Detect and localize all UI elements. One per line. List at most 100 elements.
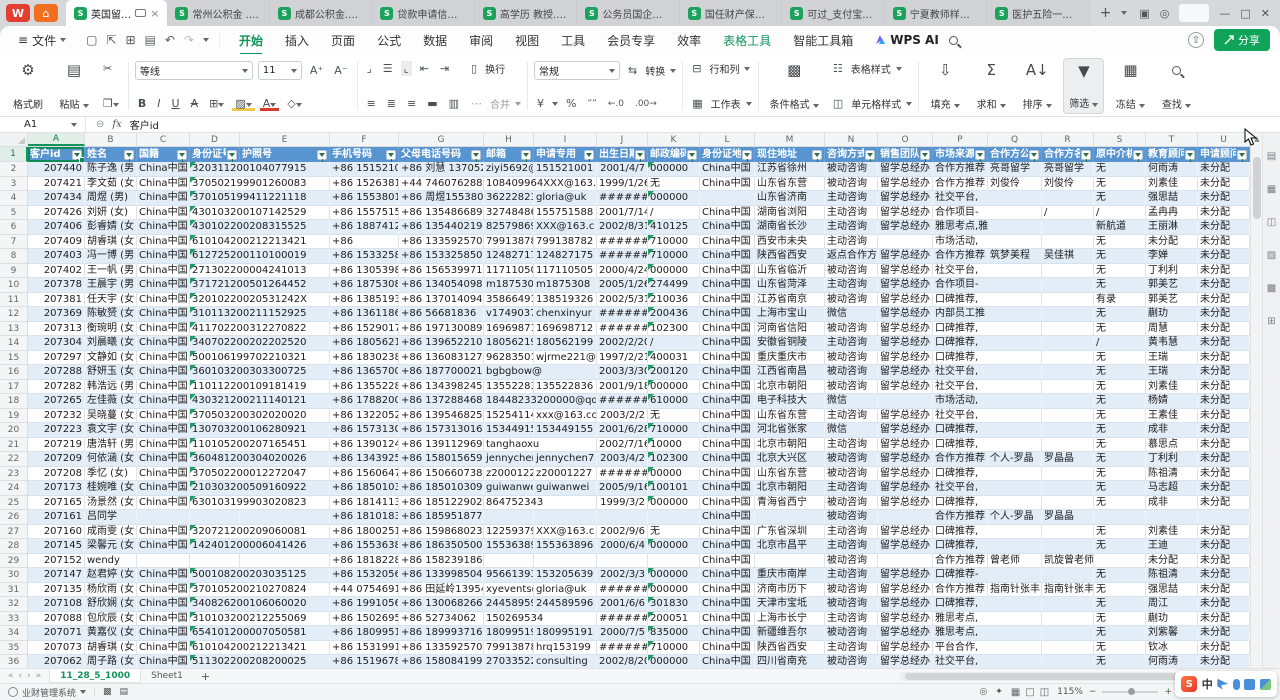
cell[interactable]: 口碑推荐, [933,597,1042,612]
cell[interactable]: 山东省济南 [755,191,825,206]
cell[interactable]: 799138782 [484,641,534,656]
cell[interactable]: 000000 [648,496,700,511]
header-cell[interactable]: 市场来源 [933,147,988,162]
cell[interactable]: 指南针张丰 [1042,583,1094,598]
cell[interactable]: 留学总经办 [878,438,933,453]
cell[interactable] [190,510,240,525]
cell[interactable]: ######## [597,583,648,598]
cell[interactable]: China中国 [700,220,755,235]
row-header[interactable]: 1 [0,147,28,162]
cell[interactable]: +86 1300682663 [399,597,484,612]
cell[interactable]: 207161 [28,510,85,525]
cell[interactable]: 山东省菏泽 [755,278,825,293]
doc-tab[interactable]: S医护五险一金.xlsx [987,0,1089,26]
cell[interactable]: China中国 [137,583,190,598]
row-header[interactable]: 6 [0,220,28,235]
cell[interactable]: 000000 [648,655,700,668]
cell[interactable]: 207381 [28,293,85,308]
cell[interactable]: +86 1354402198 [399,220,484,235]
cell[interactable]: z20001227 [484,467,534,482]
cell[interactable]: 微信 [825,394,878,409]
cell[interactable]: 未分配 [1198,612,1250,627]
cell[interactable]: 710000 [648,641,700,656]
cell[interactable]: 无 [1094,235,1146,250]
cell[interactable]: 274499 [648,278,700,293]
increase-decimal-button[interactable]: ←.0 [605,98,627,110]
cell[interactable]: 210303200509160922 [190,481,330,496]
cell[interactable]: 未分配 [1198,249,1250,264]
cell[interactable] [534,554,597,569]
cell[interactable]: 207297 [28,351,85,366]
cell[interactable]: 市场活动, [933,394,1042,409]
cell[interactable]: 强思喆 [1146,191,1198,206]
cell[interactable]: 未分配 [1198,539,1250,554]
cell[interactable]: 207062 [28,655,85,668]
cell[interactable]: 未分配 [1198,177,1250,192]
cell[interactable]: 留学总经办 [878,655,933,668]
cell[interactable]: 何雨涛 [1146,162,1198,177]
cell[interactable]: 合作项目- [933,206,1042,221]
cell-style-button[interactable]: 单元格样式 [851,96,901,111]
merge-button[interactable]: 合并 [490,96,510,111]
row-header[interactable]: 19 [0,409,28,424]
cell[interactable]: +86 1506607386 [399,467,484,482]
cell[interactable]: 400031 [648,351,700,366]
cell[interactable]: 无 [1094,452,1146,467]
menu-item-插入[interactable]: 插入 [274,28,320,53]
cell[interactable]: m1875308 [534,278,597,293]
cell[interactable]: 社交平台, [933,191,1042,206]
sheet-tab-11_28_5_1000[interactable]: 11_28_5_1000 [49,669,141,683]
cell[interactable]: 180562199 [484,336,534,351]
header-cell[interactable]: 客户id [28,147,85,162]
row-header[interactable]: 16 [0,365,28,380]
percent-button[interactable]: % [563,96,579,111]
cell[interactable]: +86 18753080 [330,278,399,293]
cell[interactable]: xyevents@ [484,583,534,598]
row-header[interactable]: 30 [0,568,28,583]
cell[interactable]: 360481200304020026 [190,452,330,467]
cell[interactable]: 未分配 [1198,467,1250,482]
cell[interactable] [1042,626,1094,641]
cell[interactable]: +86 1339985047 [399,568,484,583]
cell[interactable] [1042,220,1094,235]
cell[interactable]: China中国 [137,264,190,279]
cell[interactable]: +86 1395468251 [399,409,484,424]
cell[interactable] [1042,380,1094,395]
cell[interactable]: 重庆重庆市 [755,351,825,366]
cell[interactable]: 207173 [28,481,85,496]
cell[interactable]: 000000 [648,162,700,177]
cell[interactable]: 山东省东营 [755,467,825,482]
cell[interactable]: 371721200501264452 [190,278,330,293]
cell[interactable]: 任天宇 (女 [85,293,137,308]
cell[interactable]: 重庆市南岸 [755,568,825,583]
cell[interactable]: 710000 [648,423,700,438]
row-header[interactable]: 22 [0,452,28,467]
upload-cloud-icon[interactable]: ⇧ [1188,32,1204,48]
cell[interactable]: 合作方推荐 [933,554,988,569]
cell[interactable]: 王瑞 [1146,365,1198,380]
cell[interactable]: 244589596 [534,597,597,612]
cell[interactable]: 梁馨元 (女 [85,539,137,554]
cell[interactable]: 留学总经办 [878,409,933,424]
cell[interactable]: 主动咨询 [825,409,878,424]
zoom-knob[interactable] [1128,688,1135,695]
cell[interactable] [1042,351,1094,366]
row-header[interactable]: 9 [0,264,28,279]
column-header-J[interactable]: J [597,133,648,146]
cell[interactable]: 411702200312270822 [190,322,330,337]
row-header[interactable]: 10 [0,278,28,293]
cell[interactable] [1042,365,1094,380]
cell[interactable]: 杨欣雨 (女 [85,583,137,598]
cell[interactable]: 个人-罗晶 [988,510,1042,525]
table-style-button[interactable]: 表格样式 [851,61,891,76]
cell[interactable]: China中国 [700,496,755,511]
cell[interactable]: 被动咨询 [825,496,878,511]
cell[interactable]: 主动咨询 [825,525,878,540]
cell[interactable]: / [1094,206,1146,221]
sogou-logo[interactable]: S [1181,676,1197,692]
cell[interactable]: 610104200212213421 [190,235,330,250]
column-header-B[interactable]: B [85,133,137,146]
cell[interactable]: 124827175 [534,249,597,264]
cell[interactable]: 赵君婷 (女 [85,568,137,583]
cell[interactable]: 108409964XXX@163.c [484,177,597,192]
